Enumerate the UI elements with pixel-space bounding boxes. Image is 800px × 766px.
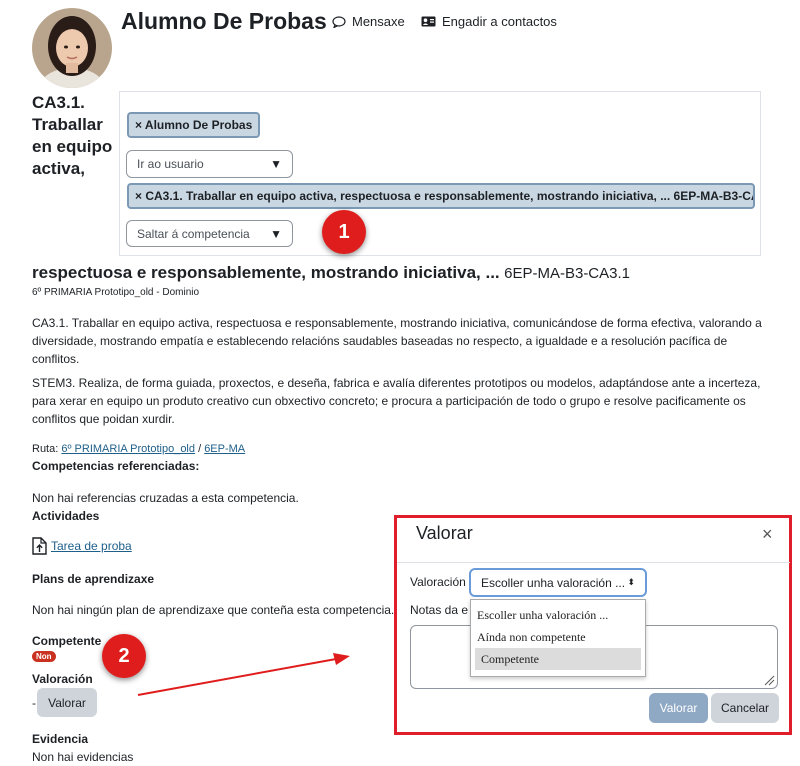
close-icon[interactable]: × (762, 524, 773, 545)
rating-select-value: Escoller unha valoración ... (481, 575, 626, 590)
rating-option[interactable]: Escoller unha valoración ... (471, 604, 645, 626)
cancel-button[interactable]: Cancelar (711, 693, 779, 723)
rating-option[interactable]: Aínda non competente (471, 626, 645, 648)
modal-title: Valorar (416, 523, 473, 543)
resize-handle-icon[interactable] (763, 674, 775, 686)
rating-option-highlighted[interactable]: Competente (475, 648, 641, 670)
rating-label: Valoración (410, 575, 466, 589)
sort-arrows-icon: ⬍ (627, 577, 635, 587)
modal-header-divider (397, 562, 790, 563)
rating-select[interactable]: Escoller unha valoración ... ⬍ (469, 568, 647, 597)
notes-label: Notas da e (410, 603, 469, 617)
submit-rating-button[interactable]: Valorar (649, 693, 708, 723)
rating-dropdown-list: Escoller unha valoración ... Aínda non c… (470, 599, 646, 677)
